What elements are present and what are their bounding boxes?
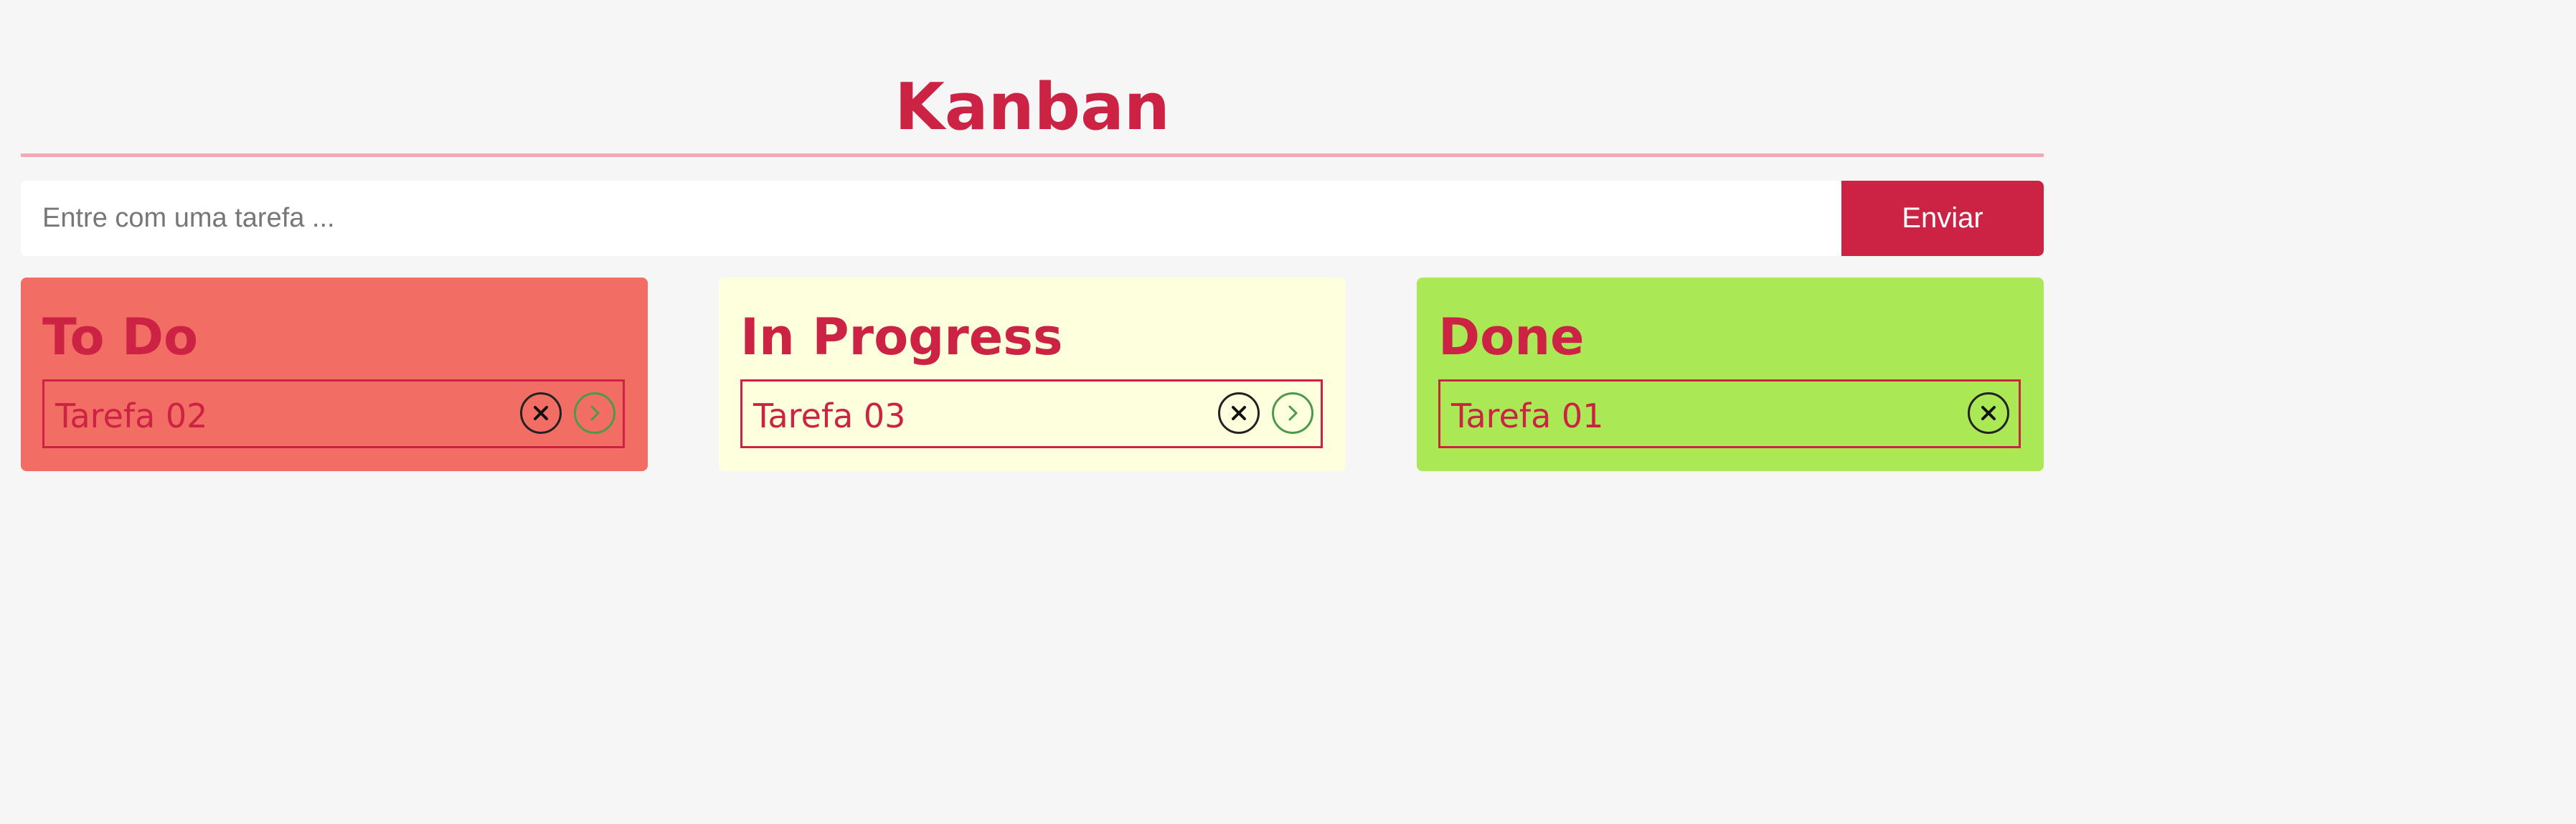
task-input[interactable] bbox=[21, 181, 1841, 256]
column-title: To Do bbox=[42, 308, 199, 366]
close-icon bbox=[1981, 406, 1996, 420]
task-card: Tarefa 03 bbox=[740, 379, 1323, 448]
column-title: Done bbox=[1438, 308, 1585, 366]
task-label: Tarefa 03 bbox=[753, 397, 906, 435]
column-done: Done Tarefa 01 bbox=[1417, 278, 2044, 471]
close-icon bbox=[534, 406, 548, 420]
task-label: Tarefa 01 bbox=[1451, 397, 1604, 435]
column-in-progress: In Progress Tarefa 03 bbox=[719, 278, 1346, 471]
remove-task-button[interactable] bbox=[1218, 392, 1260, 434]
close-icon bbox=[1232, 406, 1246, 420]
column-todo: To Do Tarefa 02 bbox=[21, 278, 648, 471]
chevron-right-icon bbox=[590, 405, 600, 421]
page-title: Kanban bbox=[895, 70, 1170, 145]
submit-button[interactable]: Enviar bbox=[1841, 181, 2044, 256]
task-label: Tarefa 02 bbox=[55, 397, 208, 435]
remove-task-button[interactable] bbox=[520, 392, 562, 434]
title-divider bbox=[21, 153, 2044, 157]
task-card: Tarefa 02 bbox=[42, 379, 625, 448]
remove-task-button[interactable] bbox=[1968, 392, 2009, 434]
column-title: In Progress bbox=[740, 308, 1063, 366]
task-card: Tarefa 01 bbox=[1438, 379, 2021, 448]
advance-task-button[interactable] bbox=[574, 392, 615, 434]
chevron-right-icon bbox=[1288, 405, 1298, 421]
advance-task-button[interactable] bbox=[1272, 392, 1313, 434]
